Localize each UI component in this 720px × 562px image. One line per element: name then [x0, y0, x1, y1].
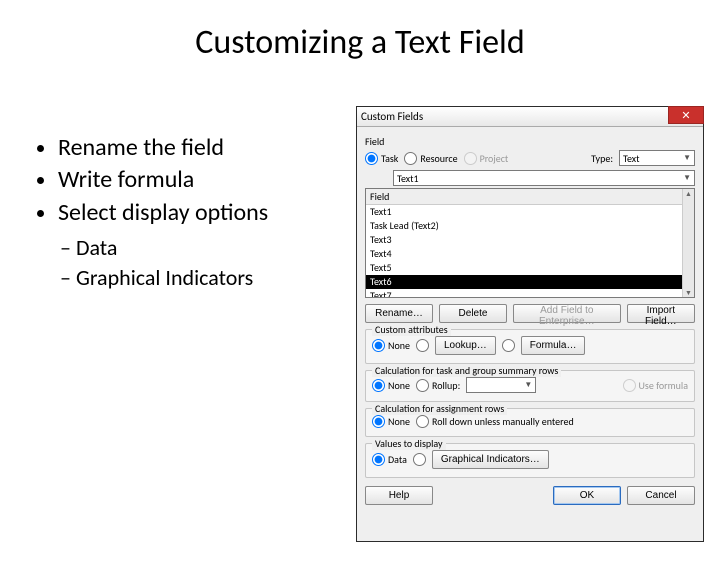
radio-task[interactable]: Task: [365, 152, 398, 165]
calc-rows-legend: Calculation for task and group summary r…: [372, 364, 561, 377]
chevron-down-icon: ▼: [683, 173, 691, 183]
radio-rolldown[interactable]: Roll down unless manually entered: [416, 415, 574, 428]
slide-body: Rename the field Write formula Select di…: [32, 132, 268, 293]
list-item[interactable]: Text1: [366, 205, 694, 219]
list-item[interactable]: Text4: [366, 247, 694, 261]
ok-button[interactable]: OK: [553, 486, 621, 505]
listbox-header: Field: [366, 189, 694, 205]
lookup-button[interactable]: Lookup…: [435, 336, 496, 355]
list-item[interactable]: Text5: [366, 261, 694, 275]
cancel-button[interactable]: Cancel: [627, 486, 695, 505]
values-display-legend: Values to display: [372, 437, 446, 450]
values-display-group: Values to display Data Graphical Indicat…: [365, 443, 695, 478]
formula-button[interactable]: Formula…: [521, 336, 586, 355]
list-item[interactable]: Text3: [366, 233, 694, 247]
rollup-dropdown[interactable]: ▼: [466, 377, 536, 393]
field-combo-value: Text1: [397, 172, 419, 185]
field-listbox[interactable]: Field Text1 Task Lead (Text2) Text3 Text…: [365, 188, 695, 298]
radio-rollup[interactable]: Rollup:: [416, 379, 460, 392]
delete-button[interactable]: Delete: [439, 304, 507, 323]
radio-graphical[interactable]: [413, 453, 426, 466]
field-section-label: Field: [365, 135, 695, 148]
bullet-rename: Rename the field: [58, 132, 268, 164]
graphical-indicators-button[interactable]: Graphical Indicators…: [432, 450, 549, 469]
chevron-down-icon: ▼: [524, 380, 532, 390]
type-dropdown[interactable]: Text ▼: [619, 150, 695, 166]
bullet-formula: Write formula: [58, 164, 268, 196]
list-item[interactable]: Task Lead (Text2): [366, 219, 694, 233]
type-label: Type:: [591, 152, 613, 165]
custom-fields-dialog: Custom Fields Field Task Resource Projec…: [356, 106, 704, 542]
radio-lookup[interactable]: [416, 339, 429, 352]
subbullet-data: Data: [60, 233, 268, 263]
radio-use-formula[interactable]: Use formula: [623, 379, 689, 392]
field-combo[interactable]: Text1 ▼: [393, 170, 695, 186]
type-dropdown-value: Text: [623, 152, 640, 165]
radio-resource[interactable]: Resource: [404, 152, 457, 165]
field-scope-row: Task Resource Project Type: Text ▼: [365, 150, 695, 166]
custom-attributes-legend: Custom attributes: [372, 323, 451, 336]
rename-button[interactable]: Rename…: [365, 304, 433, 323]
add-enterprise-button[interactable]: Add Field to Enterprise…: [513, 304, 621, 323]
import-field-button[interactable]: Import Field…: [627, 304, 695, 323]
list-item[interactable]: Text7: [366, 289, 694, 298]
radio-formula[interactable]: [502, 339, 515, 352]
close-icon[interactable]: [668, 106, 704, 124]
calc-rows-group: Calculation for task and group summary r…: [365, 370, 695, 402]
list-item-selected[interactable]: Text6: [366, 275, 694, 289]
dialog-title: Custom Fields: [361, 110, 423, 123]
radio-none-attr[interactable]: None: [372, 339, 410, 352]
chevron-down-icon: ▼: [683, 153, 691, 163]
scrollbar[interactable]: [682, 189, 694, 297]
slide-title: Customizing a Text Field: [0, 22, 720, 63]
dialog-titlebar: Custom Fields: [357, 107, 703, 127]
radio-none-assign[interactable]: None: [372, 415, 410, 428]
subbullet-graphical: Graphical Indicators: [60, 263, 268, 293]
help-button[interactable]: Help: [365, 486, 433, 505]
calc-assign-legend: Calculation for assignment rows: [372, 402, 507, 415]
radio-data[interactable]: Data: [372, 453, 407, 466]
radio-project[interactable]: Project: [464, 152, 509, 165]
bullet-display: Select display options: [58, 197, 268, 229]
radio-none-calc[interactable]: None: [372, 379, 410, 392]
calc-assign-group: Calculation for assignment rows None Rol…: [365, 408, 695, 437]
custom-attributes-group: Custom attributes None Lookup… Formula…: [365, 329, 695, 364]
